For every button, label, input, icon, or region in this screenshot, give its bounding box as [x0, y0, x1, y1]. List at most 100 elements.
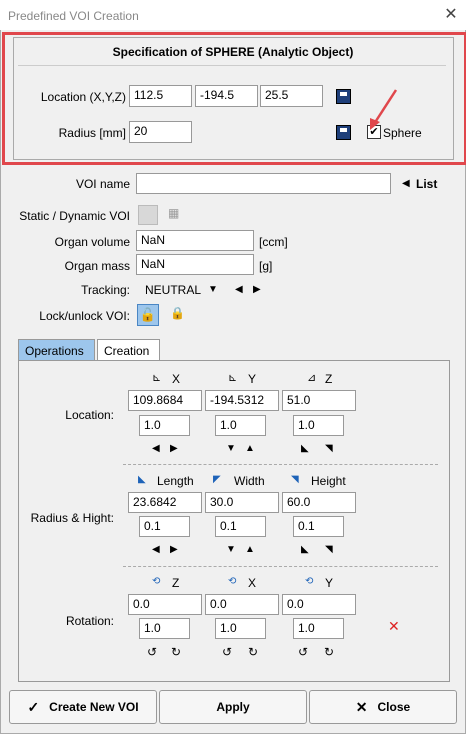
spec-title: Specification of SPHERE (Analytic Object… — [112, 45, 354, 59]
rotate-z-icon: ⟲ — [152, 576, 161, 587]
height-decrease-icon[interactable]: ◣ — [301, 544, 309, 556]
save-radius-icon[interactable] — [336, 125, 351, 140]
check-icon: ✓ — [27, 698, 40, 715]
lock-icon[interactable]: 🔒 — [170, 306, 185, 322]
apply-button[interactable]: Apply — [159, 690, 307, 724]
rotate-z-ccw-icon[interactable]: ↺ — [147, 646, 157, 658]
organ-mass-unit: [g] — [259, 259, 273, 273]
x-decrease-icon[interactable]: ◀ — [152, 443, 160, 455]
location-z-field[interactable]: 25.5 — [260, 85, 323, 107]
radius-length-value[interactable]: 23.6842 — [128, 492, 202, 513]
radius-header-length: Length — [157, 474, 194, 488]
voi-name-label: VOI name — [75, 177, 130, 191]
rotate-z-cw-icon[interactable]: ↻ — [171, 646, 181, 658]
rotation-header-x: X — [248, 576, 257, 590]
reset-rotation-icon[interactable]: ✕ — [388, 619, 400, 633]
radius-header-height: Height — [311, 474, 346, 488]
location-header-y: Y — [248, 372, 257, 386]
location-z-step[interactable]: 1.0 — [293, 415, 344, 436]
width-down-icon[interactable]: ▼ — [226, 544, 236, 556]
height-increase-icon[interactable]: ◥ — [325, 544, 333, 556]
organ-volume-unit: [ccm] — [259, 235, 288, 249]
close-icon: ✕ — [355, 698, 368, 715]
radius-height-value[interactable]: 60.0 — [282, 492, 356, 513]
rotation-z-value[interactable]: 0.0 — [128, 594, 202, 615]
create-new-voi-label: Create New VOI — [49, 700, 139, 714]
voi-name-input[interactable] — [136, 173, 391, 194]
organ-volume-label: Organ volume — [54, 235, 130, 249]
rotation-header-z: Z — [172, 576, 180, 590]
location-y-field[interactable]: -194.5 — [195, 85, 258, 107]
location-x-value[interactable]: 109.8684 — [128, 390, 202, 411]
list-arrow-icon[interactable]: ◀ — [402, 178, 410, 190]
title-bar: Predefined VOI Creation ✕ — [0, 0, 466, 30]
location-x-step[interactable]: 1.0 — [139, 415, 190, 436]
rotate-x-cw-icon[interactable]: ↻ — [248, 646, 258, 658]
z-decrease-icon[interactable]: ◣ — [301, 443, 309, 455]
save-location-icon[interactable] — [336, 89, 351, 104]
location-y-value[interactable]: -194.5312 — [205, 390, 279, 411]
create-new-voi-button[interactable]: ✓ Create New VOI — [9, 690, 157, 724]
y-down-icon[interactable]: ▼ — [226, 443, 236, 455]
x-increase-icon[interactable]: ▶ — [170, 443, 178, 455]
radius-width-step[interactable]: 0.1 — [215, 516, 266, 537]
static-voi-icon[interactable] — [138, 205, 158, 225]
radius-ops-label: Radius & Hight: — [30, 511, 114, 525]
apply-label: Apply — [216, 700, 250, 714]
chevron-down-icon[interactable]: ▼ — [208, 284, 218, 296]
y-axis-icon: ⊾ — [228, 372, 238, 384]
close-window-icon[interactable]: ✕ — [441, 5, 461, 25]
width-up-icon[interactable]: ▲ — [245, 544, 255, 556]
rotate-y-cw-icon[interactable]: ↻ — [324, 646, 334, 658]
location-header-x: X — [172, 372, 181, 386]
tracking-next-icon[interactable]: ▶ — [253, 284, 261, 296]
radius-label: Radius [mm] — [58, 126, 126, 140]
location-label: Location (X,Y,Z) — [40, 90, 126, 104]
lock-label: Lock/unlock VOI: — [39, 309, 130, 323]
rotation-y-step[interactable]: 1.0 — [293, 618, 344, 639]
window-title: Predefined VOI Creation — [8, 9, 139, 23]
rotation-ops-label: Rotation: — [65, 614, 114, 628]
rotate-y-ccw-icon[interactable]: ↺ — [298, 646, 308, 658]
close-label: Close — [377, 700, 411, 714]
rotation-x-step[interactable]: 1.0 — [215, 618, 266, 639]
rotation-header-y: Y — [325, 576, 334, 590]
rotation-x-value[interactable]: 0.0 — [205, 594, 279, 615]
organ-mass-field: NaN — [136, 254, 254, 275]
unlock-icon[interactable]: 🔓 — [137, 304, 159, 326]
close-button[interactable]: ✕ Close — [309, 690, 457, 724]
length-increase-icon[interactable]: ▶ — [170, 544, 178, 556]
z-axis-icon: ⊿ — [307, 372, 317, 384]
location-x-field[interactable]: 112.5 — [129, 85, 192, 107]
radius-height-step[interactable]: 0.1 — [293, 516, 344, 537]
tracking-label: Tracking: — [81, 283, 130, 297]
z-increase-icon[interactable]: ◥ — [325, 443, 333, 455]
section-divider-1 — [123, 464, 438, 465]
rotation-y-value[interactable]: 0.0 — [282, 594, 356, 615]
location-header-z: Z — [325, 372, 333, 386]
location-ops-label: Location: — [65, 408, 114, 422]
static-dynamic-label: Static / Dynamic VOI — [19, 209, 130, 223]
length-icon: ◣ — [138, 474, 146, 485]
location-y-step[interactable]: 1.0 — [215, 415, 266, 436]
dynamic-voi-icon[interactable]: ▦ — [168, 206, 184, 221]
list-button[interactable]: List — [416, 177, 437, 191]
radius-width-value[interactable]: 30.0 — [205, 492, 279, 513]
location-z-value[interactable]: 51.0 — [282, 390, 356, 411]
radius-length-step[interactable]: 0.1 — [139, 516, 190, 537]
y-up-icon[interactable]: ▲ — [245, 443, 255, 455]
rotate-x-icon: ⟲ — [228, 576, 237, 587]
radius-header-width: Width — [234, 474, 265, 488]
rotate-y-icon: ⟲ — [305, 576, 314, 587]
tab-operations[interactable]: Operations — [18, 339, 95, 361]
rotation-z-step[interactable]: 1.0 — [139, 618, 190, 639]
rotate-x-ccw-icon[interactable]: ↺ — [222, 646, 232, 658]
radius-field[interactable]: 20 — [129, 121, 192, 143]
tab-creation[interactable]: Creation — [97, 339, 160, 361]
tracking-select[interactable]: NEUTRAL — [145, 283, 201, 297]
organ-volume-field: NaN — [136, 230, 254, 251]
tracking-prev-icon[interactable]: ◀ — [235, 284, 243, 296]
organ-mass-label: Organ mass — [64, 259, 130, 273]
x-axis-icon: ⊾ — [152, 372, 162, 384]
length-decrease-icon[interactable]: ◀ — [152, 544, 160, 556]
